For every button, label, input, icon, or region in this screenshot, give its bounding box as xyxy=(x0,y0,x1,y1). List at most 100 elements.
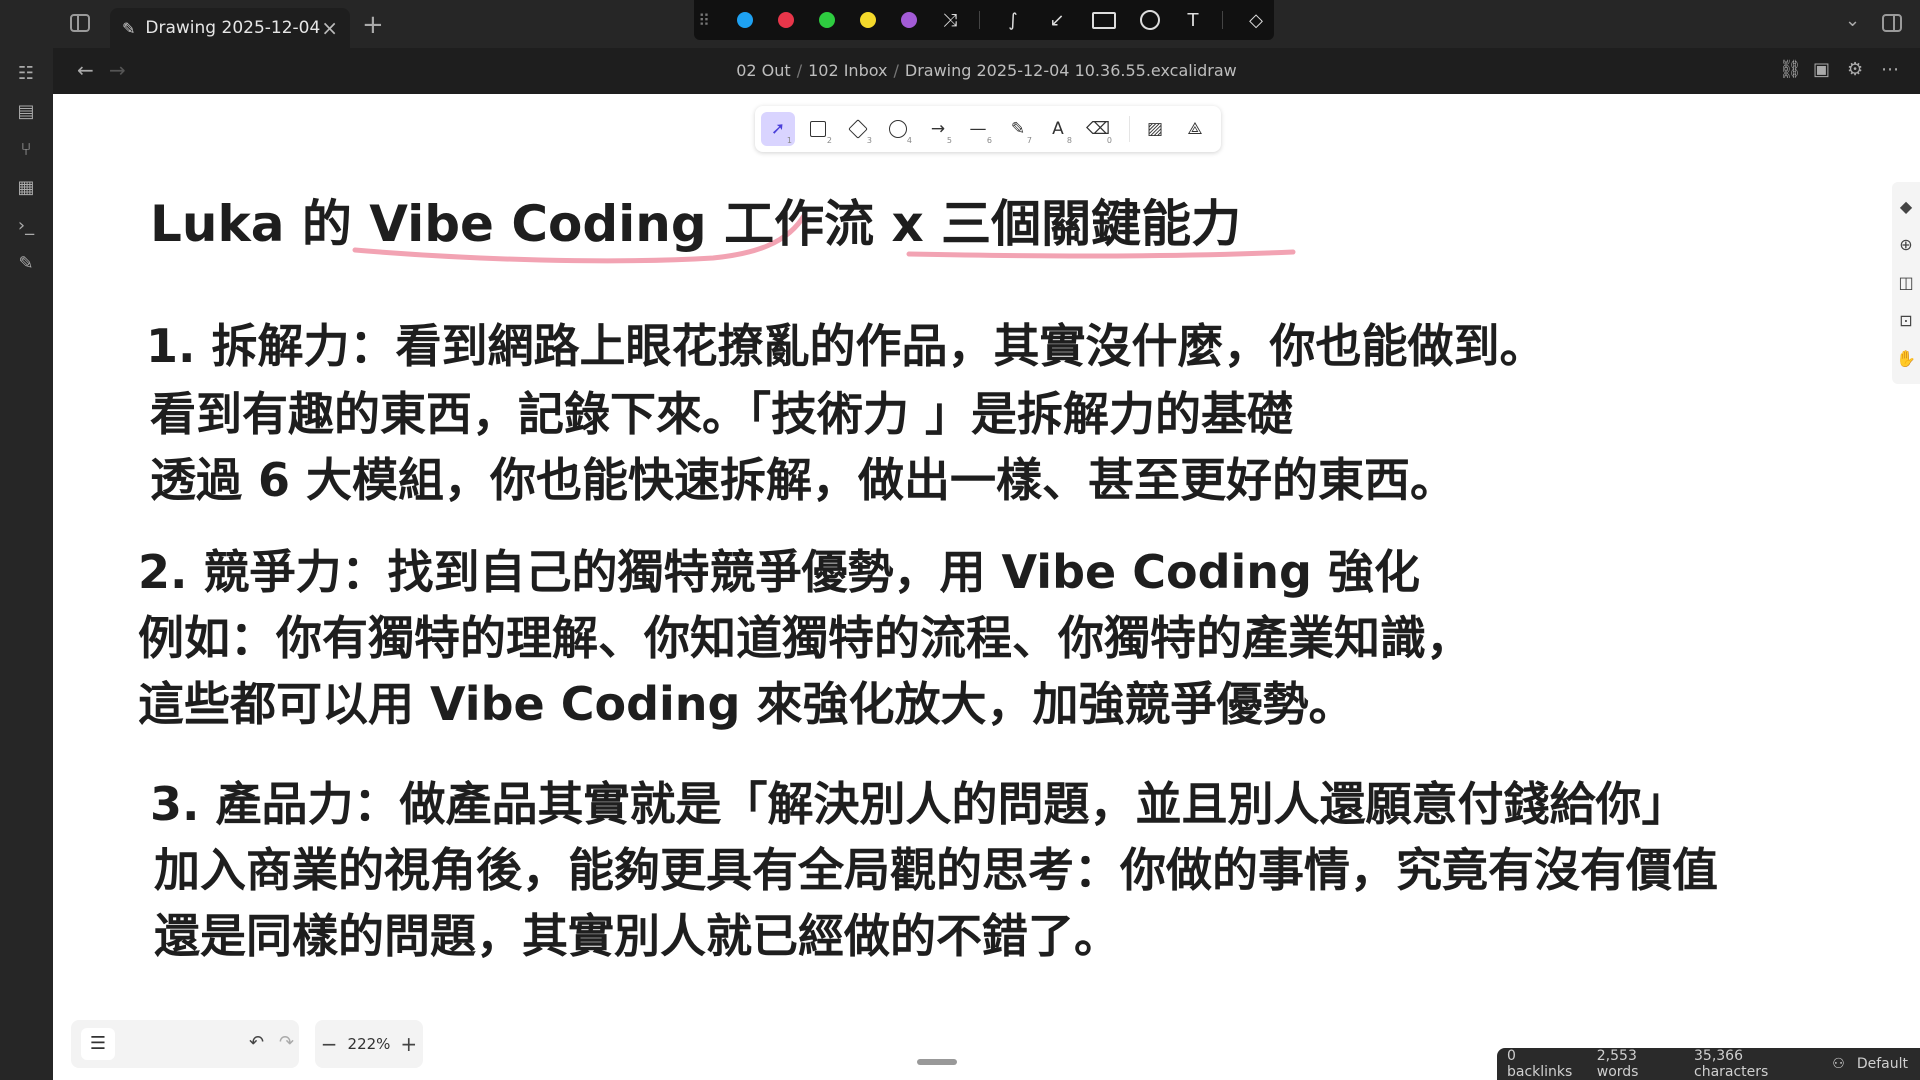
section3-line3: 還是同樣的問題，其實別人就已經做的不錯了。 xyxy=(154,909,1120,963)
diamond-icon xyxy=(848,119,868,139)
split-view-icon[interactable]: ◫ xyxy=(1892,264,1920,302)
breadcrumb-item[interactable]: 02 Out xyxy=(736,61,790,80)
shortcut-number: 7 xyxy=(1026,136,1032,145)
shape-toolbar: ➚ 1 2 3 4 → 5 —6 ✎ 7 A8 ⌫ 0 ▨ ⟁ xyxy=(755,106,1221,152)
character-count: 35,366 characters xyxy=(1694,1048,1769,1080)
left-ribbon: ☷ ▤ ⑂ ▦ ›_ ✎ xyxy=(0,48,53,1080)
main-menu-button[interactable]: ☰ xyxy=(81,1028,115,1060)
section1-line1: 1. 拆解力：看到網路上眼花撩亂的作品，其實沒什麼，你也能做到。 xyxy=(146,319,1546,373)
shortcut-number: 8 xyxy=(1066,136,1072,145)
color-swatch-blue[interactable] xyxy=(737,12,753,28)
tab-title: Drawing 2025-12-04 ... xyxy=(145,18,321,38)
color-swatch-purple[interactable] xyxy=(901,12,917,28)
rectangle-tool[interactable]: 2 xyxy=(801,112,835,146)
eraser-tool[interactable]: ⌫ 0 xyxy=(1081,112,1115,146)
shapes-library-icon[interactable]: ⟁ xyxy=(1178,112,1212,146)
bottom-toolbar: ☰ ↶ ↷ xyxy=(71,1020,299,1068)
curve-icon[interactable]: ∫ xyxy=(1002,10,1024,31)
arrow-tool[interactable]: → 5 xyxy=(921,112,955,146)
divider xyxy=(979,11,980,29)
side-tools: ◆ ⊕ ◫ ⊡ ✋ xyxy=(1892,182,1920,384)
terminal-icon[interactable]: ›_ xyxy=(14,214,38,238)
excalidraw-icon[interactable]: ✎ xyxy=(14,252,38,276)
graph-icon[interactable]: ⑂ xyxy=(14,138,38,162)
color-swatch-yellow[interactable] xyxy=(860,12,876,28)
section1-line2: 看到有趣的東西，記錄下來。「技術力 」是拆解力的基礎 xyxy=(150,387,1294,441)
drag-handle-icon[interactable]: ⠿ xyxy=(696,11,712,30)
obsidian-icon[interactable]: ◆ xyxy=(1892,188,1920,226)
draw-tool[interactable]: ✎ 7 xyxy=(1001,112,1035,146)
excalidraw-canvas[interactable]: Luka 的 Vibe Coding 工作流 x 三個關鍵能力 1. 拆解力：看… xyxy=(53,94,1920,1080)
section2-line2: 例如：你有獨特的理解、你知道獨特的流程、你獨特的產業知識， xyxy=(138,611,1472,665)
eraser-icon[interactable]: ◇ xyxy=(1245,10,1267,31)
text-icon[interactable]: T xyxy=(1182,10,1204,31)
drawing-content: Luka 的 Vibe Coding 工作流 x 三個關鍵能力 1. 拆解力：看… xyxy=(53,94,1920,1080)
close-tab-icon[interactable]: × xyxy=(321,16,338,40)
shortcut-number: 6 xyxy=(986,136,992,145)
status-bar: 0 backlinks 2,553 words 35,366 character… xyxy=(1497,1048,1920,1080)
color-toolbar: ⠿ ⤨ ∫ ↙ T ◇ xyxy=(694,0,1274,40)
rectangle-icon[interactable] xyxy=(1092,11,1116,29)
breadcrumb-item[interactable]: 102 Inbox xyxy=(808,61,887,80)
mode-label[interactable]: Default xyxy=(1857,1056,1908,1072)
zoom-out-button[interactable]: − xyxy=(319,1032,339,1056)
section2-line3: 這些都可以用 Vibe Coding 來強化放大，加強競爭優勢。 xyxy=(138,677,1355,731)
breadcrumb: 02 Out / 102 Inbox / Drawing 2025-12-04 10.3… xyxy=(53,61,1920,80)
circle-icon[interactable] xyxy=(1140,10,1160,30)
line-tool[interactable]: —6 xyxy=(961,112,995,146)
zoom-control: − 222% + xyxy=(315,1020,423,1068)
excalidraw-icon: ✎ xyxy=(122,18,136,38)
drawing-title: Luka 的 Vibe Coding 工作流 x 三個關鍵能力 xyxy=(150,195,1242,253)
image-tool[interactable]: ▨ xyxy=(1138,112,1172,146)
settings-icon[interactable]: ⚙ xyxy=(1847,59,1863,80)
shortcut-number: 3 xyxy=(866,136,872,145)
link-icon[interactable]: ⛓ xyxy=(1779,59,1802,80)
breadcrumb-separator: / xyxy=(796,61,803,80)
save-icon[interactable]: ▣ xyxy=(1813,59,1830,80)
shortcut-number: 4 xyxy=(906,136,912,145)
arrow-icon[interactable]: ↙ xyxy=(1046,10,1068,31)
shortcut-number: 1 xyxy=(786,136,792,145)
shuffle-icon[interactable]: ⤨ xyxy=(939,10,961,31)
diamond-tool[interactable]: 3 xyxy=(841,112,875,146)
selection-tool[interactable]: ➚ 1 xyxy=(761,112,795,146)
grid-icon[interactable]: ▦ xyxy=(14,176,38,200)
scroll-handle[interactable] xyxy=(917,1059,957,1065)
files-icon[interactable]: ☷ xyxy=(14,62,38,86)
color-swatch-green[interactable] xyxy=(819,12,835,28)
word-count: 2,553 words xyxy=(1596,1048,1639,1080)
zoom-level[interactable]: 222% xyxy=(348,1035,391,1053)
rectangle-icon xyxy=(810,121,826,137)
shortcut-number: 0 xyxy=(1106,136,1112,145)
shortcut-number: 2 xyxy=(826,136,832,145)
lock-icon[interactable]: ⊡ xyxy=(1892,302,1920,340)
ellipse-tool[interactable]: 4 xyxy=(881,112,915,146)
shortcut-number: 5 xyxy=(946,136,952,145)
divider xyxy=(1129,116,1130,142)
text-tool[interactable]: A8 xyxy=(1041,112,1075,146)
ellipse-icon xyxy=(889,120,907,138)
view-header: ← → 02 Out/102 Inbox / Drawing 2025-12-04 … xyxy=(53,48,1920,94)
section3-line2: 加入商業的視角後，能夠更具有全局觀的思考：你做的事情，究竟有沒有價值 xyxy=(154,843,1718,897)
right-sidebar-toggle-icon[interactable] xyxy=(1882,14,1902,32)
user-icon: ⚇ xyxy=(1832,1056,1845,1072)
divider xyxy=(1222,11,1223,29)
section2-line1: 2. 競爭力：找到自己的獨特競爭優勢，用 Vibe Coding 強化 xyxy=(138,545,1420,599)
breadcrumb-item[interactable]: Drawing 2025-12-04 10.36.55.excalidraw xyxy=(905,61,1237,80)
chevron-down-icon[interactable]: ⌄ xyxy=(1845,10,1860,31)
document-icon[interactable]: ▤ xyxy=(14,100,38,124)
zoom-in-button[interactable]: + xyxy=(399,1032,419,1056)
undo-button[interactable]: ↶ xyxy=(249,1032,264,1053)
color-swatch-red[interactable] xyxy=(778,12,794,28)
left-sidebar-toggle-icon[interactable] xyxy=(70,14,90,32)
add-file-icon[interactable]: ⊕ xyxy=(1892,226,1920,264)
backlinks-count[interactable]: 0 backlinks xyxy=(1507,1048,1585,1080)
tab-bar: ✎ Drawing 2025-12-04 ... × + ⠿ ⤨ ∫ ↙ T ◇… xyxy=(0,0,1920,48)
section1-line3: 透過 6 大模組，你也能快速拆解，做出一樣、甚至更好的東西。 xyxy=(150,453,1457,507)
tab-drawing[interactable]: ✎ Drawing 2025-12-04 ... × xyxy=(110,8,350,48)
redo-button[interactable]: ↷ xyxy=(279,1032,294,1053)
breadcrumb-separator: / xyxy=(893,61,899,80)
more-options-icon[interactable]: ⋯ xyxy=(1881,59,1899,80)
new-tab-button[interactable]: + xyxy=(362,10,384,40)
hand-icon[interactable]: ✋ xyxy=(1892,340,1920,378)
